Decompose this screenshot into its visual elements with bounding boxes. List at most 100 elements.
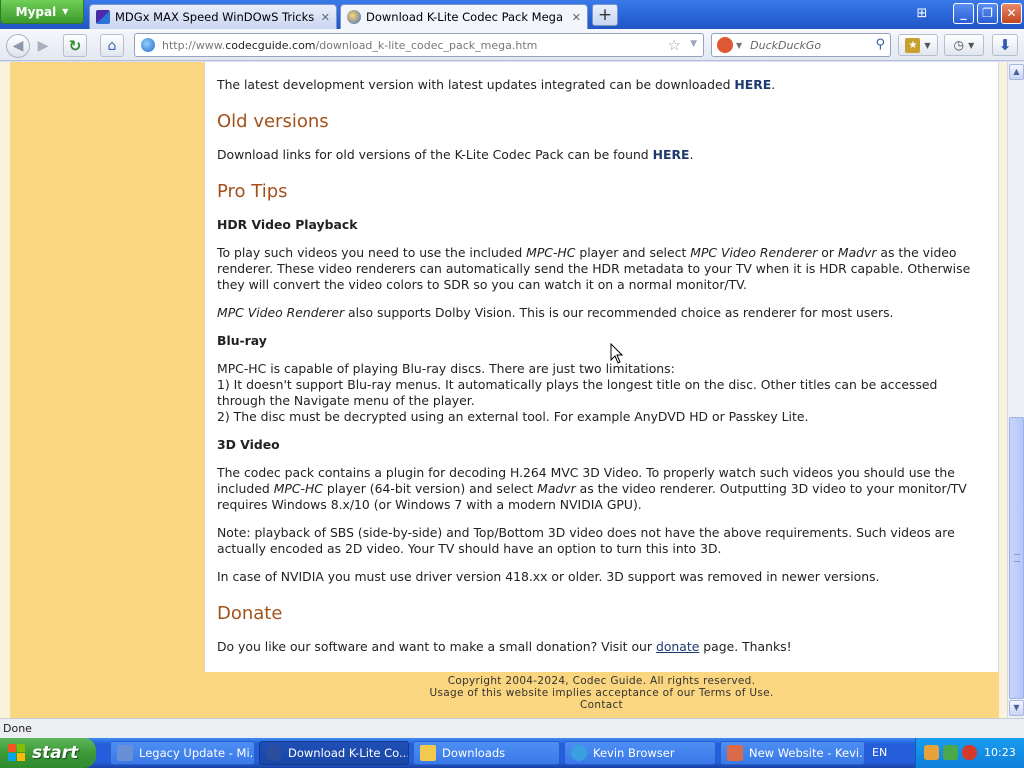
donate-link[interactable]: donate: [656, 639, 699, 654]
bluray-paragraph: MPC-HC is capable of playing Blu-ray dis…: [217, 361, 987, 425]
taskbar: start Legacy Update - Mi... Download K-L…: [0, 738, 1024, 768]
status-text: Done: [3, 722, 32, 735]
browser-icon: [266, 745, 282, 761]
people-tray-icon[interactable]: [924, 745, 939, 760]
vertical-scrollbar[interactable]: ▲ ▼: [1007, 62, 1024, 718]
start-button[interactable]: start: [0, 738, 96, 768]
taskbar-item-kevin-browser[interactable]: Kevin Browser: [564, 741, 716, 765]
close-tab-icon[interactable]: ✕: [321, 11, 330, 24]
text: page. Thanks!: [699, 639, 792, 654]
task-label: New Website - Kevi...: [749, 746, 865, 760]
text: To play such videos you need to use the …: [217, 245, 527, 260]
bookmark-star-icon[interactable]: ☆: [668, 36, 681, 54]
text: also supports Dolby Vision. This is our …: [344, 305, 894, 320]
system-tray: 10:23: [915, 738, 1024, 768]
text: .: [769, 687, 774, 699]
restore-button[interactable]: ❐: [977, 3, 998, 24]
copyright-text: Copyright 2004-2024, Codec Guide. All ri…: [447, 675, 756, 687]
url-dropdown-icon[interactable]: ▼: [690, 39, 697, 49]
scroll-up-button[interactable]: ▲: [1009, 64, 1024, 80]
security-tray-icon[interactable]: [943, 745, 958, 760]
taskbar-item-legacy-update[interactable]: Legacy Update - Mi...: [110, 741, 255, 765]
tab-label: MDGx MAX Speed WinDOwS Tricks + Secrets: [115, 10, 315, 24]
taskbar-item-downloads[interactable]: Downloads: [413, 741, 560, 765]
language-indicator[interactable]: EN: [872, 746, 887, 759]
reload-icon: ↻: [68, 36, 82, 55]
text: MPC-HC: [273, 481, 323, 496]
minimize-button[interactable]: _: [953, 3, 974, 24]
text: player and select: [575, 245, 691, 260]
close-tab-icon[interactable]: ✕: [572, 11, 581, 24]
taskbar-item-k-lite[interactable]: Download K-Lite Co...: [259, 741, 409, 765]
shield-tray-icon[interactable]: [962, 745, 977, 760]
new-tab-button[interactable]: +: [592, 4, 618, 26]
address-bar[interactable]: http://www. codecguide.com/download_k-lit…: [134, 33, 704, 57]
bluray-heading: Blu-ray: [217, 333, 267, 348]
folder-icon: [420, 745, 436, 761]
tab-mdgx[interactable]: MDGx MAX Speed WinDOwS Tricks + Secrets …: [89, 4, 337, 29]
duckduckgo-icon: [717, 37, 733, 53]
search-icon[interactable]: ⚲: [875, 37, 885, 52]
search-engine-dropdown-icon[interactable]: ▼: [736, 41, 742, 50]
page-footer: Copyright 2004-2024, Codec Guide. All ri…: [204, 675, 999, 711]
text: Madvr: [537, 481, 576, 496]
text: 2) The disc must be decrypted using an e…: [217, 409, 809, 424]
hdr-paragraph: To play such videos you need to use the …: [217, 245, 987, 293]
nvidia-paragraph: In case of NVIDIA you must use driver ve…: [217, 569, 880, 584]
history-button[interactable]: ◷ ▼: [944, 34, 984, 56]
download-arrow-icon: ⬇: [998, 36, 1012, 54]
url-path: /download_k-lite_codec_pack_mega.htm: [315, 38, 538, 52]
page-viewport: The latest development version with late…: [0, 62, 1024, 718]
forward-button[interactable]: ▶: [33, 34, 53, 57]
arrow-right-icon: ▶: [37, 37, 49, 54]
scroll-down-button[interactable]: ▼: [1009, 700, 1024, 716]
bookmarks-icon: ★: [905, 37, 921, 53]
text: MPC Video Renderer: [690, 245, 818, 260]
clock-icon: ◷: [953, 38, 965, 52]
mdgx-favicon-icon: [96, 10, 110, 24]
search-box[interactable]: ▼ DuckDuckGo ⚲: [711, 33, 891, 57]
chevron-down-icon: ▼: [968, 40, 975, 50]
start-label: start: [32, 743, 79, 763]
mouse-cursor-icon: [610, 343, 624, 364]
url-host: codecguide.com: [225, 38, 316, 52]
task-label: Download K-Lite Co...: [288, 746, 409, 760]
text: Madvr: [837, 245, 877, 260]
task-label: Legacy Update - Mi...: [139, 746, 255, 760]
windows-logo-icon: [8, 744, 26, 762]
terms-link[interactable]: Terms of Use: [699, 687, 770, 699]
old-versions-paragraph: Download links for old versions of the K…: [217, 147, 694, 162]
chevron-down-icon: ▼: [62, 7, 69, 16]
main-content: The latest development version with late…: [204, 62, 999, 672]
3d-video-heading: 3D Video: [217, 437, 280, 452]
back-button[interactable]: ◀: [6, 34, 30, 58]
here-link-dev[interactable]: HERE: [734, 77, 771, 92]
donate-paragraph: Do you like our software and want to mak…: [217, 639, 987, 655]
taskbar-item-new-website[interactable]: New Website - Kevi...: [720, 741, 865, 765]
text: Do you like our software and want to mak…: [217, 639, 656, 654]
bookmarks-button[interactable]: ★ ▼: [898, 34, 938, 56]
scrollbar-thumb[interactable]: [1009, 417, 1024, 699]
clock: 10:23: [984, 746, 1016, 759]
task-label: Kevin Browser: [593, 746, 675, 760]
reload-button[interactable]: ↻: [63, 34, 87, 57]
app-menu-button[interactable]: Mypal ▼: [0, 0, 84, 24]
globe-favicon-icon: [347, 10, 361, 24]
contact-link[interactable]: Contact: [580, 699, 623, 711]
close-window-button[interactable]: ✕: [1001, 3, 1022, 24]
old-versions-heading: Old versions: [217, 111, 329, 132]
tab-list-icon[interactable]: ⊞: [912, 6, 932, 22]
url-prefix: http://www.: [162, 38, 226, 52]
sbs-note-paragraph: Note: playback of SBS (side-by-side) and…: [217, 525, 955, 556]
tab-strip: Mypal ▼ MDGx MAX Speed WinDOwS Tricks + …: [0, 0, 1024, 29]
home-icon: ⌂: [107, 37, 117, 54]
tab-k-lite[interactable]: Download K-Lite Codec Pack Mega ✕: [340, 4, 588, 29]
here-link-old[interactable]: HERE: [653, 147, 690, 162]
dolby-paragraph: MPC Video Renderer also supports Dolby V…: [217, 305, 987, 321]
status-bar: Done: [0, 718, 1024, 738]
task-label: Downloads: [442, 746, 506, 760]
home-button[interactable]: ⌂: [100, 34, 124, 57]
downloads-button[interactable]: ⬇: [992, 34, 1018, 56]
dev-version-text: The latest development version with late…: [217, 77, 735, 92]
tab-label: Download K-Lite Codec Pack Mega: [366, 10, 564, 24]
